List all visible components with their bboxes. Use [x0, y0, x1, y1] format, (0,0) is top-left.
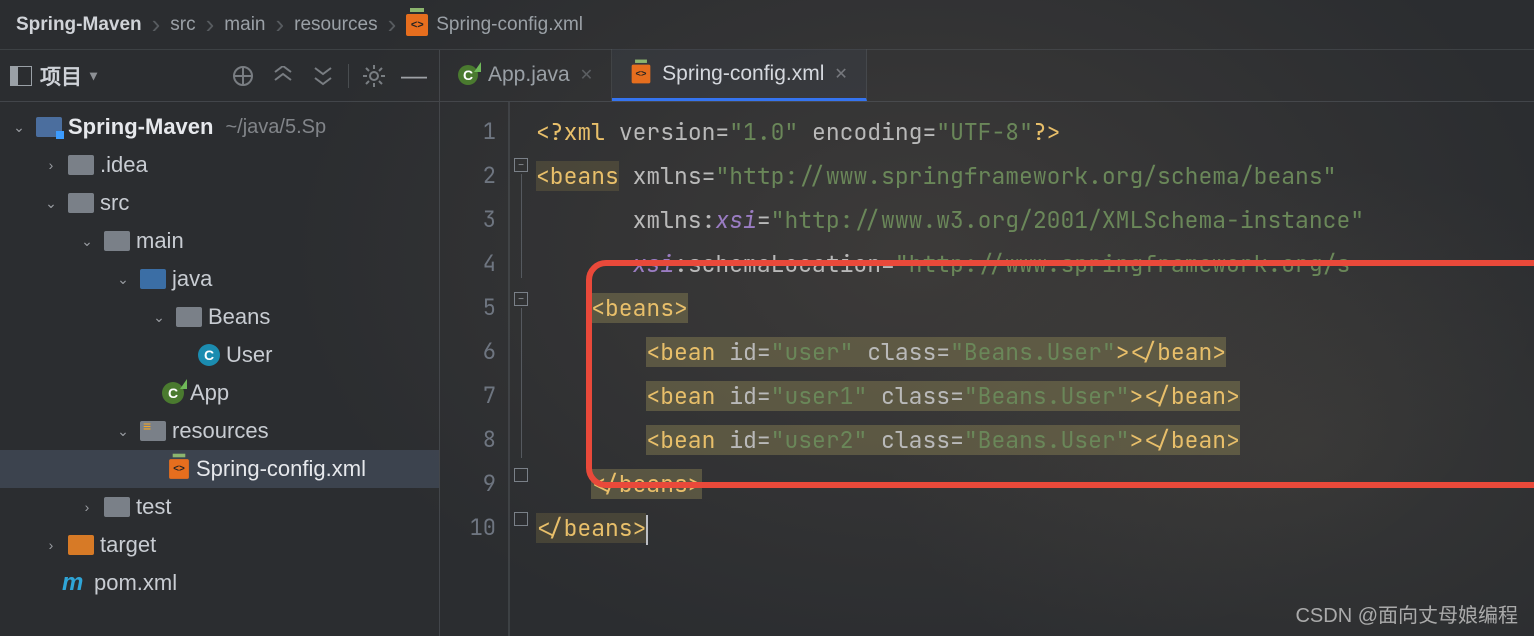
gutter-line: 8	[440, 418, 508, 462]
tree-test[interactable]: test	[136, 494, 171, 520]
chevron-down-icon[interactable]: ⌄	[112, 271, 134, 288]
crumb-file[interactable]: <> Spring-config.xml	[406, 14, 583, 36]
editor-tabs: C App.java ✕ <> Spring-config.xml ✕	[440, 50, 1534, 102]
maven-icon: m	[62, 569, 88, 597]
resources-folder-icon	[140, 421, 166, 441]
module-icon	[36, 117, 62, 137]
tree-config-xml[interactable]: Spring-config.xml	[196, 456, 366, 482]
crumb-file-label: Spring-config.xml	[436, 14, 583, 36]
fold-toggle-icon[interactable]: −	[514, 292, 528, 306]
gutter-line: 3	[440, 198, 508, 242]
caret	[646, 515, 648, 545]
tab-app-java[interactable]: C App.java ✕	[440, 49, 612, 101]
dropdown-triangle-icon[interactable]: ▾	[90, 67, 97, 84]
crumb-resources[interactable]: resources	[294, 14, 377, 36]
editor-area: C App.java ✕ <> Spring-config.xml ✕ 1 2 …	[440, 50, 1534, 636]
crumb-main[interactable]: main	[224, 14, 265, 36]
package-icon	[176, 307, 202, 327]
tree-idea[interactable]: .idea	[100, 152, 148, 178]
chevron-right-icon: ›	[388, 9, 397, 40]
tree-java[interactable]: java	[172, 266, 212, 292]
fold-toggle-icon[interactable]: −	[514, 158, 528, 172]
chevron-right-icon: ›	[152, 9, 161, 40]
folder-icon	[104, 231, 130, 251]
project-tree[interactable]: ⌄ Spring-Maven ~/java/5.Sp › .idea ⌄ src…	[0, 102, 439, 608]
gutter-line: 1	[440, 110, 508, 154]
gutter-line: 4	[440, 242, 508, 286]
breadcrumb: Spring-Maven › src › main › resources › …	[0, 0, 1534, 50]
java-run-icon: C	[458, 65, 478, 85]
xml-file-icon: <>	[169, 459, 189, 479]
folder-icon	[104, 497, 130, 517]
chevron-right-icon: ›	[275, 9, 284, 40]
expand-all-icon[interactable]	[268, 61, 298, 91]
tree-project-name[interactable]: Spring-Maven	[68, 114, 213, 140]
close-icon[interactable]: ✕	[580, 65, 593, 85]
divider	[348, 64, 349, 88]
line-gutter[interactable]: 1 2 3 4 5 6 7 8 9 10	[440, 102, 510, 636]
chevron-right-icon[interactable]: ›	[76, 499, 98, 515]
tree-user[interactable]: User	[226, 342, 272, 368]
select-opened-file-icon[interactable]	[228, 61, 258, 91]
gutter-line: 7	[440, 374, 508, 418]
tree-src[interactable]: src	[100, 190, 129, 216]
code-editor[interactable]: <?xml version="1.0" encoding="UTF-8"?> <…	[536, 102, 1534, 636]
crumb-src[interactable]: src	[170, 14, 195, 36]
hide-icon[interactable]: —	[399, 61, 429, 91]
gear-icon[interactable]	[359, 61, 389, 91]
tree-main[interactable]: main	[136, 228, 184, 254]
xml-file-icon: <>	[406, 14, 428, 36]
chevron-right-icon[interactable]: ›	[40, 537, 62, 553]
tree-target[interactable]: target	[100, 532, 156, 558]
chevron-right-icon: ›	[206, 9, 215, 40]
close-icon[interactable]: ✕	[834, 64, 847, 84]
folder-icon	[68, 155, 94, 175]
class-icon: C	[198, 344, 220, 366]
gutter-line: 6	[440, 330, 508, 374]
chevron-down-icon[interactable]: ⌄	[8, 119, 30, 136]
collapse-all-icon[interactable]	[308, 61, 338, 91]
tree-beans[interactable]: Beans	[208, 304, 270, 330]
tree-pom[interactable]: pom.xml	[94, 570, 177, 596]
sidebar-title: 项目	[40, 61, 82, 91]
gutter-line: 10	[440, 506, 508, 550]
chevron-down-icon[interactable]: ⌄	[112, 423, 134, 440]
chevron-down-icon[interactable]: ⌄	[148, 309, 170, 326]
chevron-down-icon[interactable]: ⌄	[40, 195, 62, 212]
tree-resources[interactable]: resources	[172, 418, 269, 444]
fold-end-icon[interactable]	[514, 468, 528, 482]
tree-project-path: ~/java/5.Sp	[225, 116, 326, 139]
folder-icon	[68, 193, 94, 213]
xml-file-icon: <>	[632, 64, 651, 83]
gutter-line: 9	[440, 462, 508, 506]
gutter-line: 5	[440, 286, 508, 330]
tree-app[interactable]: App	[190, 380, 229, 406]
crumb-project[interactable]: Spring-Maven	[16, 14, 142, 36]
project-sidebar: 项目 ▾ — ⌄ Spring-Maven	[0, 50, 440, 636]
chevron-right-icon[interactable]: ›	[40, 157, 62, 173]
chevron-down-icon[interactable]: ⌄	[76, 233, 98, 250]
fold-strip: − −	[510, 102, 536, 636]
tab-spring-config[interactable]: <> Spring-config.xml ✕	[612, 49, 867, 101]
excluded-folder-icon	[68, 535, 94, 555]
source-folder-icon	[140, 269, 166, 289]
java-run-icon: C	[162, 382, 184, 404]
fold-end-icon[interactable]	[514, 512, 528, 526]
tab-label: App.java	[488, 63, 570, 87]
tab-label: Spring-config.xml	[662, 62, 824, 86]
gutter-line: 2	[440, 154, 508, 198]
project-view-icon	[10, 66, 32, 86]
